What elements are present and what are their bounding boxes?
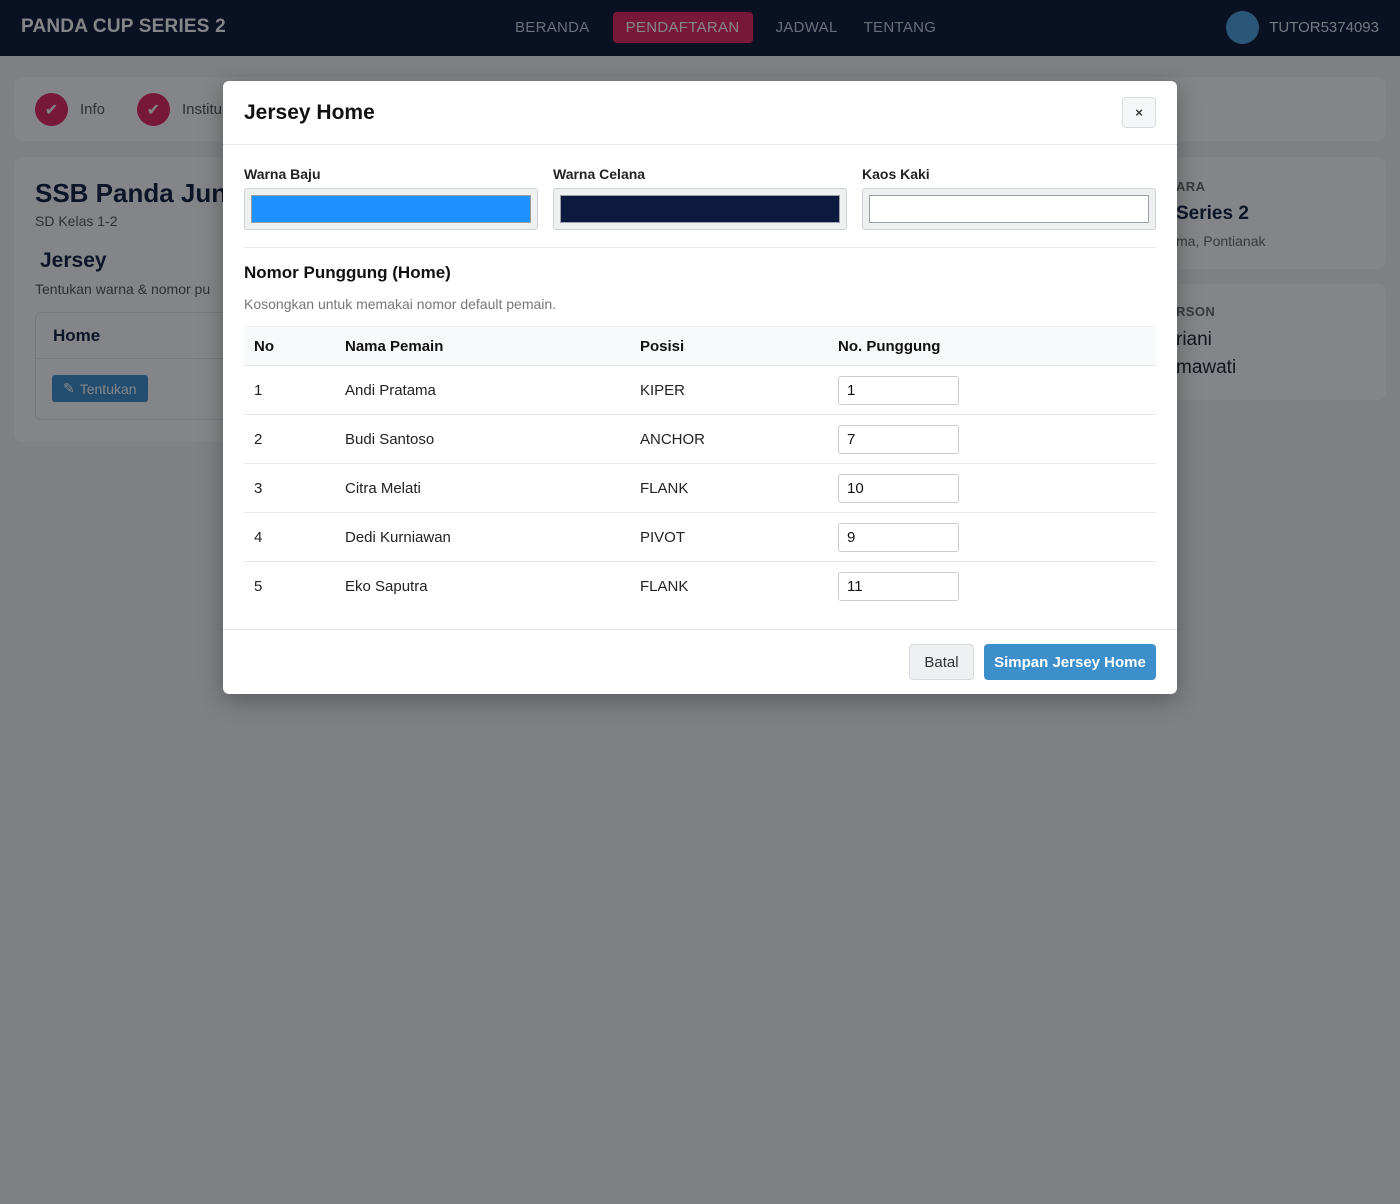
player-no: 1 — [244, 365, 335, 415]
player-position: PIVOT — [630, 512, 828, 562]
close-button[interactable]: × — [1122, 97, 1156, 128]
table-row: 1 Andi Pratama KIPER — [244, 365, 1156, 415]
divider — [223, 629, 1177, 630]
socks-color-group: Kaos Kaki — [862, 166, 1156, 230]
column-header-no: No — [244, 326, 335, 366]
table-row: 2 Budi Santoso ANCHOR — [244, 414, 1156, 464]
numbers-section-hint: Kosongkan untuk memakai nomor default pe… — [244, 296, 557, 312]
jersey-number-input[interactable] — [838, 571, 959, 601]
player-name: Citra Melati — [335, 463, 630, 513]
divider — [244, 247, 1156, 248]
jersey-number-input[interactable] — [838, 522, 959, 552]
table-row: 4 Dedi Kurniawan PIVOT — [244, 512, 1156, 562]
player-no: 4 — [244, 512, 335, 562]
shirt-color-picker[interactable] — [244, 188, 538, 230]
player-number-cell — [828, 365, 1156, 415]
shorts-color-group: Warna Celana — [553, 166, 847, 230]
player-no: 3 — [244, 463, 335, 513]
player-name: Dedi Kurniawan — [335, 512, 630, 562]
player-name: Andi Pratama — [335, 365, 630, 415]
jersey-home-modal: Jersey Home × Warna Baju Warna Celana Ka… — [223, 81, 1177, 694]
player-no: 5 — [254, 577, 263, 595]
shorts-color-swatch — [560, 195, 840, 223]
jersey-number-input[interactable] — [838, 473, 959, 503]
player-position: KIPER — [630, 365, 828, 415]
shirt-color-label: Warna Baju — [244, 166, 321, 182]
player-number-cell — [828, 463, 1156, 513]
column-header-position: Posisi — [630, 326, 828, 366]
cancel-button[interactable]: Batal — [909, 644, 974, 680]
player-no: 2 — [244, 414, 335, 464]
shorts-color-label: Warna Celana — [553, 166, 646, 182]
table-row: 5 Eko Saputra FLANK — [244, 562, 1156, 611]
player-number-cell — [828, 562, 1156, 611]
player-position: FLANK — [640, 577, 689, 595]
shorts-color-picker[interactable] — [553, 188, 847, 230]
player-number-cell — [828, 512, 1156, 562]
jersey-number-input[interactable] — [838, 375, 959, 405]
player-name: Budi Santoso — [335, 414, 630, 464]
socks-color-label: Kaos Kaki — [862, 166, 930, 182]
socks-color-swatch — [869, 195, 1149, 223]
player-position: FLANK — [630, 463, 828, 513]
socks-color-picker[interactable] — [862, 188, 1156, 230]
table-row: 3 Citra Melati FLANK — [244, 463, 1156, 513]
player-name: Eko Saputra — [345, 577, 428, 595]
numbers-section-title: Nomor Punggung (Home) — [244, 263, 451, 282]
jersey-number-input[interactable] — [838, 424, 959, 454]
modal-title: Jersey Home — [244, 101, 375, 124]
table-header-row: No Nama Pemain Posisi No. Punggung — [244, 326, 1156, 366]
column-header-name: Nama Pemain — [335, 326, 630, 366]
save-jersey-button[interactable]: Simpan Jersey Home — [984, 644, 1156, 680]
players-table: No Nama Pemain Posisi No. Punggung 1 And… — [244, 326, 1156, 611]
column-header-number: No. Punggung — [828, 326, 1156, 366]
shirt-color-swatch — [251, 195, 531, 223]
shirt-color-group: Warna Baju — [244, 166, 538, 230]
player-number-cell — [828, 414, 1156, 464]
player-position: ANCHOR — [630, 414, 828, 464]
divider — [223, 144, 1177, 145]
